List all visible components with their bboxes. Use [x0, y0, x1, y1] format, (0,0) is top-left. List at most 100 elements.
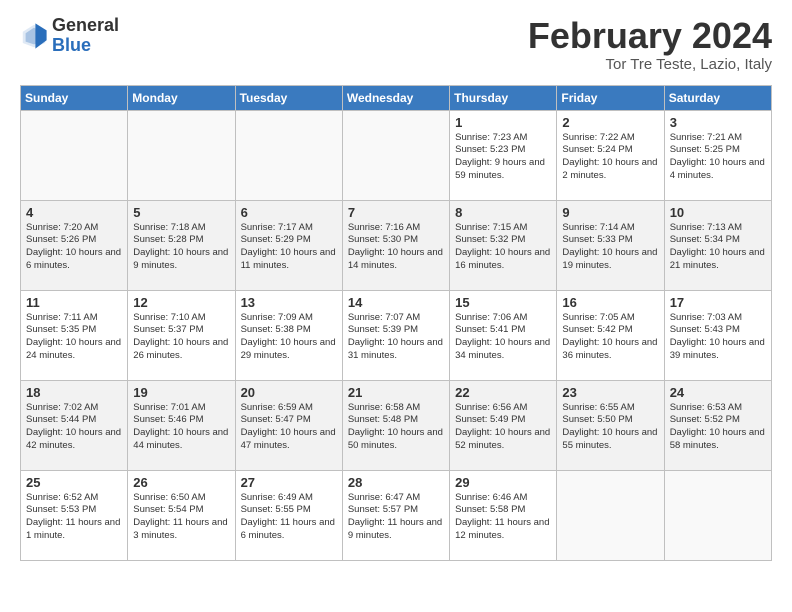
day-number: 27: [241, 475, 337, 490]
day-info: Sunrise: 6:53 AMSunset: 5:52 PMDaylight:…: [670, 402, 766, 453]
cell-2-3: 6Sunrise: 7:17 AMSunset: 5:29 PMDaylight…: [235, 200, 342, 290]
week-row-5: 25 Sunrise: 6:52 AMSunset: 5:53 PMDayligh…: [21, 470, 772, 560]
cell-1-5: 1Sunrise: 7:23 AMSunset: 5:23 PMDaylight…: [450, 110, 557, 200]
cell-5-7: [664, 470, 771, 560]
cell-3-1: 11 Sunrise: 7:11 AMSunset: 5:35 PMDayligh…: [21, 290, 128, 380]
day-number: 9: [562, 205, 658, 220]
day-number: 13: [241, 295, 337, 310]
day-info: Sunrise: 7:14 AMSunset: 5:33 PMDaylight:…: [562, 222, 658, 273]
day-info: Sunrise: 7:17 AMSunset: 5:29 PMDaylight:…: [241, 222, 337, 273]
day-info: Sunrise: 7:05 AMSunset: 5:42 PMDaylight:…: [562, 312, 658, 363]
header: General Blue February 2024 Tor Tre Teste…: [20, 16, 772, 73]
day-number: 16: [562, 295, 658, 310]
cell-1-4: [342, 110, 449, 200]
cell-1-7: 3Sunrise: 7:21 AMSunset: 5:25 PMDaylight…: [664, 110, 771, 200]
day-number: 3: [670, 115, 766, 130]
day-info: Sunrise: 6:47 AMSunset: 5:57 PMDaylight:…: [348, 492, 444, 543]
cell-1-3: [235, 110, 342, 200]
day-number: 2: [562, 115, 658, 130]
day-number: 24: [670, 385, 766, 400]
cell-1-2: [128, 110, 235, 200]
cell-5-4: 28 Sunrise: 6:47 AMSunset: 5:57 PMDayligh…: [342, 470, 449, 560]
day-number: 25: [26, 475, 122, 490]
day-info: Sunrise: 6:58 AMSunset: 5:48 PMDaylight:…: [348, 402, 444, 453]
col-wednesday: Wednesday: [342, 85, 449, 110]
col-sunday: Sunday: [21, 85, 128, 110]
week-row-2: 4 Sunrise: 7:20 AMSunset: 5:26 PMDaylight…: [21, 200, 772, 290]
cell-4-6: 23Sunrise: 6:55 AMSunset: 5:50 PMDayligh…: [557, 380, 664, 470]
day-number: 28: [348, 475, 444, 490]
cell-5-6: [557, 470, 664, 560]
week-row-1: 1Sunrise: 7:23 AMSunset: 5:23 PMDaylight…: [21, 110, 772, 200]
day-number: 20: [241, 385, 337, 400]
day-number: 26: [133, 475, 229, 490]
cell-4-5: 22 Sunrise: 6:56 AMSunset: 5:49 PMDayligh…: [450, 380, 557, 470]
day-number: 17: [670, 295, 766, 310]
week-row-3: 11 Sunrise: 7:11 AMSunset: 5:35 PMDayligh…: [21, 290, 772, 380]
day-info: Sunrise: 6:46 AMSunset: 5:58 PMDaylight:…: [455, 492, 551, 543]
day-number: 12: [133, 295, 229, 310]
day-number: 7: [348, 205, 444, 220]
day-number: 14: [348, 295, 444, 310]
cell-2-7: 10 Sunrise: 7:13 AMSunset: 5:34 PMDayligh…: [664, 200, 771, 290]
cell-5-1: 25 Sunrise: 6:52 AMSunset: 5:53 PMDayligh…: [21, 470, 128, 560]
title-area: February 2024 Tor Tre Teste, Lazio, Ital…: [528, 16, 772, 73]
cell-3-2: 12 Sunrise: 7:10 AMSunset: 5:37 PMDayligh…: [128, 290, 235, 380]
logo-icon: [20, 22, 48, 50]
day-info: Sunrise: 7:10 AMSunset: 5:37 PMDaylight:…: [133, 312, 229, 363]
day-info: Sunrise: 6:50 AMSunset: 5:54 PMDaylight:…: [133, 492, 229, 543]
day-info: Sunrise: 7:18 AMSunset: 5:28 PMDaylight:…: [133, 222, 229, 273]
day-number: 21: [348, 385, 444, 400]
cell-1-6: 2 Sunrise: 7:22 AMSunset: 5:24 PMDaylight…: [557, 110, 664, 200]
day-info: Sunrise: 7:07 AMSunset: 5:39 PMDaylight:…: [348, 312, 444, 363]
cell-5-3: 27 Sunrise: 6:49 AMSunset: 5:55 PMDayligh…: [235, 470, 342, 560]
day-number: 5: [133, 205, 229, 220]
day-number: 18: [26, 385, 122, 400]
cell-4-7: 24 Sunrise: 6:53 AMSunset: 5:52 PMDayligh…: [664, 380, 771, 470]
cell-3-6: 16 Sunrise: 7:05 AMSunset: 5:42 PMDayligh…: [557, 290, 664, 380]
cell-4-1: 18 Sunrise: 7:02 AMSunset: 5:44 PMDayligh…: [21, 380, 128, 470]
cell-2-6: 9 Sunrise: 7:14 AMSunset: 5:33 PMDaylight…: [557, 200, 664, 290]
day-info: Sunrise: 7:01 AMSunset: 5:46 PMDaylight:…: [133, 402, 229, 453]
day-info: Sunrise: 6:56 AMSunset: 5:49 PMDaylight:…: [455, 402, 551, 453]
page: General Blue February 2024 Tor Tre Teste…: [0, 0, 792, 581]
cell-4-4: 21 Sunrise: 6:58 AMSunset: 5:48 PMDayligh…: [342, 380, 449, 470]
day-number: 22: [455, 385, 551, 400]
logo: General Blue: [20, 16, 119, 56]
day-info: Sunrise: 7:22 AMSunset: 5:24 PMDaylight:…: [562, 132, 658, 183]
cell-3-4: 14 Sunrise: 7:07 AMSunset: 5:39 PMDayligh…: [342, 290, 449, 380]
day-info: Sunrise: 6:52 AMSunset: 5:53 PMDaylight:…: [26, 492, 122, 543]
week-row-4: 18 Sunrise: 7:02 AMSunset: 5:44 PMDayligh…: [21, 380, 772, 470]
col-thursday: Thursday: [450, 85, 557, 110]
day-info: Sunrise: 7:11 AMSunset: 5:35 PMDaylight:…: [26, 312, 122, 363]
day-info: Sunrise: 7:02 AMSunset: 5:44 PMDaylight:…: [26, 402, 122, 453]
day-info: Sunrise: 7:03 AMSunset: 5:43 PMDaylight:…: [670, 312, 766, 363]
day-info: Sunrise: 6:55 AMSunset: 5:50 PMDaylight:…: [562, 402, 658, 453]
day-info: Sunrise: 7:09 AMSunset: 5:38 PMDaylight:…: [241, 312, 337, 363]
col-saturday: Saturday: [664, 85, 771, 110]
logo-blue: Blue: [52, 36, 119, 56]
day-info: Sunrise: 7:13 AMSunset: 5:34 PMDaylight:…: [670, 222, 766, 273]
col-monday: Monday: [128, 85, 235, 110]
calendar-table: Sunday Monday Tuesday Wednesday Thursday…: [20, 85, 772, 561]
cell-4-3: 20 Sunrise: 6:59 AMSunset: 5:47 PMDayligh…: [235, 380, 342, 470]
day-number: 4: [26, 205, 122, 220]
month-title: February 2024: [528, 16, 772, 56]
day-info: Sunrise: 7:06 AMSunset: 5:41 PMDaylight:…: [455, 312, 551, 363]
day-number: 8: [455, 205, 551, 220]
cell-1-1: [21, 110, 128, 200]
day-info: Sunrise: 6:49 AMSunset: 5:55 PMDaylight:…: [241, 492, 337, 543]
day-number: 10: [670, 205, 766, 220]
day-info: Sunrise: 6:59 AMSunset: 5:47 PMDaylight:…: [241, 402, 337, 453]
day-info: Sunrise: 7:15 AMSunset: 5:32 PMDaylight:…: [455, 222, 551, 273]
col-friday: Friday: [557, 85, 664, 110]
day-info: Sunrise: 7:20 AMSunset: 5:26 PMDaylight:…: [26, 222, 122, 273]
day-info: Sunrise: 7:16 AMSunset: 5:30 PMDaylight:…: [348, 222, 444, 273]
cell-4-2: 19 Sunrise: 7:01 AMSunset: 5:46 PMDayligh…: [128, 380, 235, 470]
day-info: Sunrise: 7:23 AMSunset: 5:23 PMDaylight:…: [455, 132, 551, 183]
day-number: 11: [26, 295, 122, 310]
logo-text: General Blue: [52, 16, 119, 56]
day-number: 19: [133, 385, 229, 400]
cell-2-4: 7 Sunrise: 7:16 AMSunset: 5:30 PMDaylight…: [342, 200, 449, 290]
cell-3-5: 15Sunrise: 7:06 AMSunset: 5:41 PMDayligh…: [450, 290, 557, 380]
